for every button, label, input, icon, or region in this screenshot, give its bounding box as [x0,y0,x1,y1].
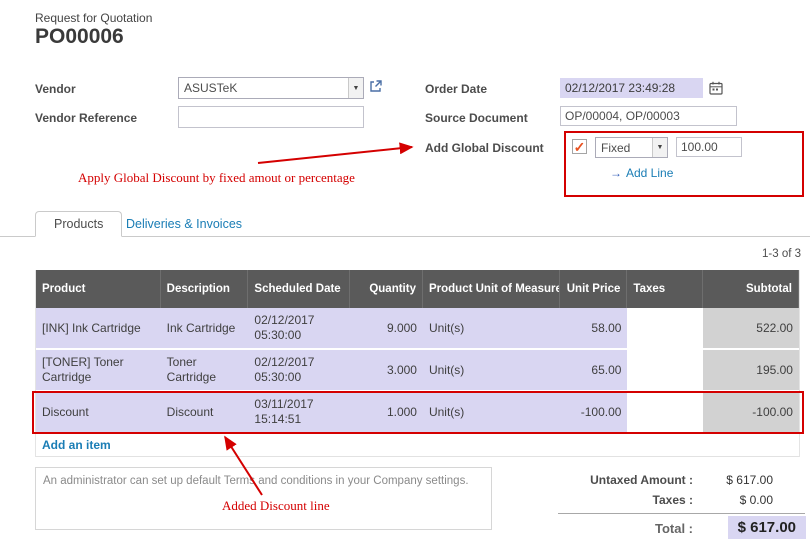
column-header-quantity: Quantity [350,270,423,308]
column-header-unit-price: Unit Price [560,270,628,308]
annotation-discount-line-note: Added Discount line [222,498,330,514]
column-header-subtotal: Subtotal [703,270,799,308]
annotation-global-discount-note: Apply Global Discount by fixed amout or … [78,170,355,186]
source-document-label: Source Document [425,111,528,125]
right-arrow-icon: → [610,166,622,180]
total-value: $ 617.00 [728,516,806,539]
rfq-form-page: Request for Quotation PO00006 Vendor ASU… [0,0,810,546]
cell-subtotal[interactable]: -100.00 [703,392,799,434]
table-row-discount[interactable]: Discount Discount 03/11/2017 15:14:51 1.… [36,392,799,434]
taxes-value: $ 0.00 [740,493,773,507]
vendor-select-value: ASUSTeK [179,81,348,95]
cell-product[interactable]: [TONER] Toner Cartridge [36,350,161,392]
totals-divider [558,513,805,514]
cell-description[interactable]: Discount [161,392,249,434]
external-link-icon[interactable] [369,80,382,93]
arrow-to-global-discount [258,147,412,163]
cell-unit-price[interactable]: 65.00 [560,350,628,392]
cell-uom[interactable]: Unit(s) [423,350,560,392]
cell-taxes[interactable] [627,308,703,350]
cell-taxes[interactable] [627,350,703,392]
column-header-description: Description [161,270,249,308]
vendor-reference-input[interactable] [178,106,364,128]
column-header-scheduled-date: Scheduled Date [248,270,350,308]
pager: 1-3 of 3 [762,248,801,260]
checkmark-icon: ✓ [574,140,586,154]
column-header-uom: Product Unit of Measure [423,270,560,308]
order-date-label: Order Date [425,82,487,96]
add-line-link[interactable]: → Add Line [610,166,673,180]
add-item-row: Add an item [36,434,799,457]
doc-type-label: Request for Quotation [35,11,152,25]
tab-bar: Products Deliveries & Invoices [0,211,810,237]
vendor-reference-label: Vendor Reference [35,111,137,125]
cell-taxes[interactable] [627,392,703,434]
cell-scheduled-date[interactable]: 02/12/2017 05:30:00 [248,350,350,392]
vendor-label: Vendor [35,82,76,96]
discount-type-select[interactable]: Fixed ▼ [595,137,668,158]
discount-type-value: Fixed [596,141,652,155]
cell-quantity[interactable]: 9.000 [350,308,423,350]
order-date-field[interactable]: 02/12/2017 23:49:28 [560,78,703,98]
taxes-label: Taxes : [653,493,693,507]
cell-uom[interactable]: Unit(s) [423,392,560,434]
source-document-input[interactable] [560,106,737,126]
chevron-down-icon: ▼ [652,138,667,157]
cell-quantity[interactable]: 1.000 [350,392,423,434]
total-label: Total : [655,521,693,536]
chevron-down-icon: ▼ [348,78,363,98]
cell-quantity[interactable]: 3.000 [350,350,423,392]
add-an-item-link[interactable]: Add an item [42,438,111,452]
cell-subtotal[interactable]: 195.00 [703,350,799,392]
cell-uom[interactable]: Unit(s) [423,308,560,350]
table-row-ink-cartridge[interactable]: [INK] Ink Cartridge Ink Cartridge 02/12/… [36,308,799,350]
vendor-select[interactable]: ASUSTeK ▼ [178,77,364,99]
cell-product[interactable]: Discount [36,392,161,434]
cell-subtotal[interactable]: 522.00 [703,308,799,350]
table-row-toner-cartridge[interactable]: [TONER] Toner Cartridge Toner Cartridge … [36,350,799,392]
add-line-label: Add Line [626,166,673,180]
cell-product[interactable]: [INK] Ink Cartridge [36,308,161,350]
untaxed-amount-label: Untaxed Amount : [590,473,693,487]
discount-amount-input[interactable] [676,137,742,157]
order-lines-table: Product Description Scheduled Date Quant… [35,270,800,457]
global-discount-checkbox[interactable]: ✓ [572,139,587,154]
cell-scheduled-date[interactable]: 03/11/2017 15:14:51 [248,392,350,434]
page-title: PO00006 [35,25,124,49]
calendar-icon[interactable] [709,81,723,95]
tab-products[interactable]: Products [35,211,122,237]
cell-unit-price[interactable]: -100.00 [560,392,628,434]
cell-scheduled-date[interactable]: 02/12/2017 05:30:00 [248,308,350,350]
cell-unit-price[interactable]: 58.00 [560,308,628,350]
tab-deliveries-invoices[interactable]: Deliveries & Invoices [126,211,242,237]
table-header-row: Product Description Scheduled Date Quant… [36,270,799,308]
cell-description[interactable]: Ink Cartridge [161,308,249,350]
untaxed-amount-value: $ 617.00 [726,473,773,487]
column-header-product: Product [36,270,161,308]
column-header-taxes: Taxes [627,270,703,308]
global-discount-label: Add Global Discount [425,141,544,155]
cell-description[interactable]: Toner Cartridge [161,350,249,392]
